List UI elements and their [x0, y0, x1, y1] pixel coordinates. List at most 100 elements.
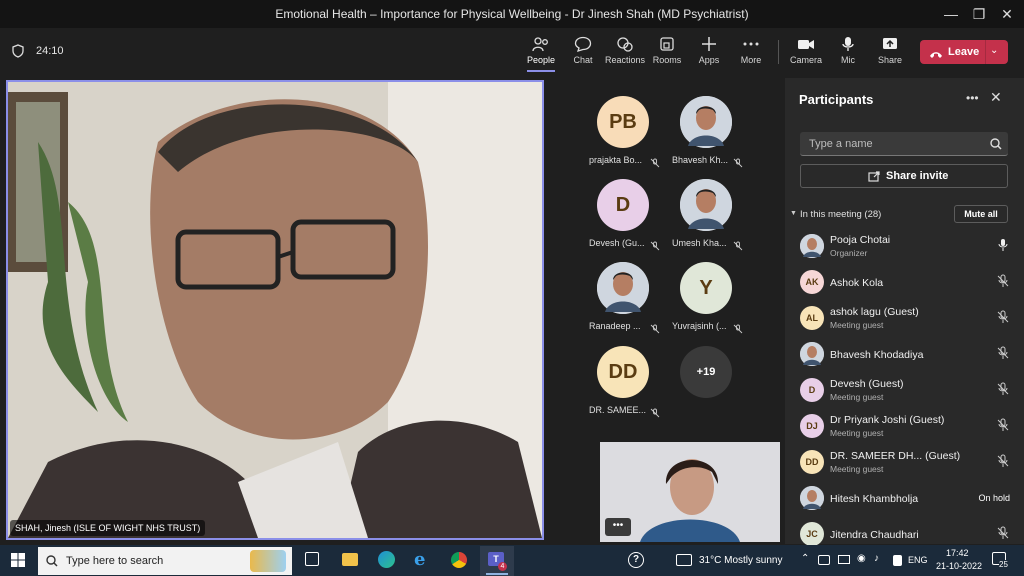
participant-row[interactable]: DJ Dr Priyank Joshi (Guest) Meeting guest [800, 412, 1010, 444]
task-view-icon[interactable] [305, 552, 319, 566]
close-window-icon[interactable]: ✕ [992, 4, 1022, 24]
participant-row[interactable]: D Devesh (Guest) Meeting guest [800, 376, 1010, 408]
toolbar-people-button[interactable]: People [517, 36, 565, 72]
toolbar-more-label: More [740, 55, 762, 65]
chrome-icon[interactable] [451, 552, 467, 568]
participant-row[interactable]: Bhavesh Khodadiya [800, 340, 1010, 372]
participant-mic-off-icon[interactable] [996, 382, 1010, 396]
participant-mic-off-icon[interactable] [996, 418, 1010, 432]
internet-explorer-icon[interactable]: e [414, 549, 425, 570]
participant-name: Jitendra Chaudhari [830, 529, 919, 541]
camera-button[interactable]: Camera [782, 36, 830, 65]
tile-avatar[interactable]: PB [597, 96, 649, 148]
usb-icon[interactable] [893, 555, 902, 566]
section-collapse-icon[interactable]: ▼ [790, 210, 797, 217]
toolbar-chat-button[interactable]: Chat [559, 36, 607, 65]
share-label: Share [877, 55, 903, 65]
participant-tile-grid: PB prajakta Bo... Bhavesh Kh... D Devesh (Gu… [580, 96, 760, 426]
battery-icon[interactable] [838, 555, 850, 564]
participant-avatar [800, 486, 824, 510]
participant-name: Ashok Kola [830, 277, 884, 289]
tile-mic-off-icon [733, 155, 743, 173]
more-icon [743, 42, 759, 46]
participant-avatar: JC [800, 522, 824, 546]
help-icon[interactable]: ? [628, 552, 644, 568]
weather-text[interactable]: 31°C Mostly sunny [699, 555, 782, 566]
tile-avatar[interactable]: Y [680, 262, 732, 314]
search-highlight-icon[interactable] [250, 550, 286, 572]
tile-avatar[interactable] [680, 179, 732, 231]
tile-mic-off-icon [733, 238, 743, 256]
participant-avatar: AK [800, 270, 824, 294]
self-view-more-button[interactable]: ••• [605, 518, 631, 536]
participant-avatar: D [800, 378, 824, 402]
tile-avatar[interactable] [597, 262, 649, 314]
teams-badge: 4 [498, 562, 507, 571]
participant-row[interactable]: Pooja Chotai Organizer [800, 232, 1010, 264]
network-icon[interactable]: ◉ [857, 553, 866, 564]
participant-mic-off-icon[interactable] [996, 274, 1010, 288]
tile-name: Ranadeep ... [589, 321, 641, 331]
chevron-down-icon[interactable]: ⌄ [990, 45, 998, 56]
share-invite-icon [868, 169, 880, 187]
participant-mic-icon[interactable] [996, 238, 1010, 252]
participant-mic-off-icon[interactable] [996, 310, 1010, 324]
panel-close-icon[interactable]: ✕ [990, 89, 1002, 106]
share-icon [883, 38, 897, 49]
taskbar-search-icon [46, 554, 58, 572]
mute-all-button[interactable]: Mute all [954, 205, 1008, 223]
participant-mic-off-icon[interactable] [996, 454, 1010, 468]
app-tray-icon[interactable] [818, 555, 830, 565]
camera-icon [798, 40, 814, 49]
rooms-icon [660, 37, 674, 51]
share-invite-label: Share invite [886, 170, 949, 182]
participant-avatar: AL [800, 306, 824, 330]
restore-icon[interactable]: ❐ [964, 4, 994, 24]
clock-date[interactable]: 21-10-2022 [936, 561, 982, 571]
participant-row[interactable]: Hitesh Khambholja On hold [800, 484, 1010, 516]
participant-row[interactable]: AK Ashok Kola [800, 268, 1010, 300]
tile-mic-off-icon [650, 155, 660, 173]
language-indicator[interactable]: ENG [908, 555, 928, 565]
participant-mic-off-icon[interactable] [996, 346, 1010, 360]
windows-start-icon[interactable] [11, 553, 25, 572]
file-explorer-icon[interactable] [342, 553, 358, 566]
window-title: Emotional Health – Importance for Physic… [275, 7, 749, 21]
toolbar-reactions-button[interactable]: Reactions [601, 36, 649, 65]
panel-more-icon[interactable]: ••• [966, 91, 979, 105]
edge-browser-icon[interactable] [378, 551, 395, 568]
toolbar-apps-label: Apps [698, 55, 720, 65]
share-button[interactable]: Share [866, 36, 914, 65]
volume-icon[interactable]: ♪ [874, 553, 879, 564]
tile-avatar[interactable]: D [597, 179, 649, 231]
speaker-name-label: SHAH, Jinesh (ISLE OF WIGHT NHS TRUST) [10, 520, 206, 536]
tile-name: prajakta Bo... [589, 155, 643, 165]
search-icon [990, 137, 1002, 155]
tile-avatar[interactable] [680, 96, 732, 148]
toolbar-divider [778, 40, 779, 64]
tile-name: DR. SAMEE... [589, 405, 647, 415]
mic-label: Mic [841, 55, 855, 65]
clock-time[interactable]: 17:42 [946, 548, 969, 558]
main-speaker-video [6, 80, 544, 540]
participant-row[interactable]: AL ashok lagu (Guest) Meeting guest [800, 304, 1010, 336]
weather-icon[interactable] [676, 554, 692, 566]
toolbar-rooms-button[interactable]: Rooms [643, 36, 691, 65]
tile-avatar[interactable]: DD [597, 346, 649, 398]
show-hidden-icons-icon[interactable]: ⌃ [801, 553, 809, 564]
people-icon [532, 37, 548, 52]
participant-name: Bhavesh Khodadiya [830, 349, 924, 361]
participant-avatar [800, 234, 824, 258]
notifications-count: 25 [999, 560, 1008, 569]
taskbar-search-placeholder: Type here to search [66, 555, 164, 567]
participant-mic-off-icon[interactable] [996, 526, 1010, 540]
mic-button[interactable]: Mic [824, 36, 872, 65]
participant-status[interactable]: On hold [978, 493, 1010, 507]
participant-row[interactable]: DD DR. SAMEER DH... (Guest) Meeting guest [800, 448, 1010, 480]
overflow-participants-button[interactable]: +19 [680, 346, 732, 398]
toolbar-more-button[interactable]: More [727, 36, 775, 65]
toolbar-apps-button[interactable]: Apps [685, 36, 733, 65]
minimize-icon[interactable]: — [936, 4, 966, 24]
plus-icon [702, 37, 716, 51]
toolbar-reactions-label: Reactions [604, 55, 646, 65]
